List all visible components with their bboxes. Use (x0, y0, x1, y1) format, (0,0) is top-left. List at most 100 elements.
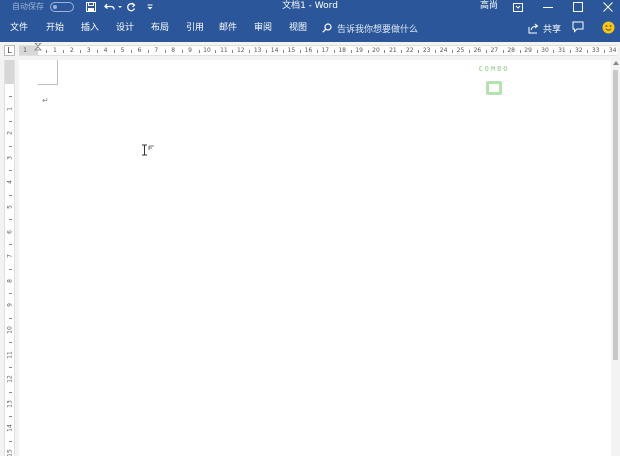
vruler-label: 9 (6, 303, 14, 308)
vruler-top-margin (5, 60, 14, 84)
smiley-icon (602, 21, 615, 34)
vruler-tick (9, 243, 12, 245)
ruler-tick (333, 50, 335, 53)
vruler-label: 7 (6, 254, 14, 259)
ruler-tick (164, 50, 166, 53)
scroll-up-arrow-icon[interactable] (613, 61, 619, 65)
vruler-tick (9, 416, 12, 418)
ruler-tick (350, 50, 352, 53)
combo-watermark-logo: COMBO (468, 65, 520, 101)
comment-icon (572, 21, 584, 33)
share-icon (528, 23, 539, 33)
ruler-tick (215, 50, 217, 53)
vruler-tick (9, 96, 12, 98)
ruler-label: 20 (372, 47, 380, 54)
ruler-label: 22 (405, 47, 414, 54)
ruler-label: 28 (507, 47, 516, 54)
vertical-ruler[interactable]: 1 2 3 4 5 6 7 8 9 10 11 12 13 14 15 (4, 60, 15, 456)
ruler-label: 10 (203, 47, 211, 54)
feedback-button[interactable] (602, 21, 615, 37)
horizontal-ruler[interactable]: 1 1 2 3 4 5 6 7 8 9 10 11 12 13 14 15 16 17 18 19 20 21 22 23 24… (19, 45, 617, 56)
ruler-tick (181, 50, 183, 53)
vruler-label: 2 (6, 131, 14, 136)
ruler-label: 3 (86, 47, 91, 54)
ruler-tick (266, 50, 268, 53)
ruler-label: 19 (355, 47, 363, 54)
ruler-label: 7 (154, 47, 159, 54)
vruler-label: 8 (6, 278, 14, 283)
ruler-tick (384, 50, 386, 53)
ruler-label: 33 (591, 47, 600, 54)
ruler-tick (536, 50, 538, 53)
vruler-label: 6 (6, 229, 14, 234)
ruler-tick (46, 50, 48, 53)
tab-mailings[interactable]: 邮件 (219, 22, 237, 34)
document-page[interactable]: ↵ COMBO (19, 60, 611, 456)
title-bar: 自动保存 文档1 - Word 高尚 (0, 0, 620, 14)
tell-me-search[interactable]: 告诉我你想要做什么 (322, 20, 418, 36)
ruler-tick (249, 50, 251, 53)
ruler-label: 14 (270, 47, 279, 54)
ruler-label: 9 (188, 47, 193, 54)
ruler-label: 27 (490, 47, 499, 54)
ruler-label: 25 (456, 47, 465, 54)
ruler-label: 8 (171, 47, 176, 54)
close-button[interactable] (596, 0, 620, 14)
tab-selector[interactable]: L (4, 45, 15, 56)
search-icon (322, 23, 332, 33)
ruler-tick (299, 50, 301, 53)
vruler-tick (9, 366, 12, 368)
ruler-row: L 1 1 2 3 4 5 6 7 8 9 10 11 12 13 14 15 16 17 18 19 20 21 22 23… (0, 42, 620, 58)
vruler-label: 11 (6, 350, 14, 359)
ruler-label: 16 (304, 47, 313, 54)
tab-design[interactable]: 设计 (116, 22, 134, 34)
scrollbar-thumb[interactable] (613, 70, 618, 360)
ruler-label: 13 (253, 47, 262, 54)
watermark-text: COMBO (478, 65, 510, 73)
tab-home[interactable]: 开始 (46, 22, 64, 34)
tab-insert[interactable]: 插入 (81, 22, 99, 34)
maximize-button[interactable] (566, 0, 590, 14)
vertical-scrollbar[interactable] (611, 60, 620, 456)
ruler-label: 21 (389, 47, 397, 54)
ruler-label: 5 (120, 47, 125, 54)
ruler-tick (114, 50, 116, 53)
ruler-label: 23 (422, 47, 431, 54)
tab-references[interactable]: 引用 (186, 22, 204, 34)
ribbon-display-options-button[interactable] (506, 0, 530, 14)
vruler-tick (9, 342, 12, 344)
ruler-label: 1 (52, 47, 57, 54)
ruler-tick (485, 50, 487, 53)
ruler-tick (604, 50, 606, 53)
minimize-button[interactable] (536, 0, 560, 14)
indent-marker-icon[interactable] (34, 43, 42, 51)
ruler-label: 26 (473, 47, 482, 54)
tab-file[interactable]: 文件 (10, 22, 28, 34)
tell-me-placeholder: 告诉我你想要做什么 (337, 24, 419, 35)
tab-review[interactable]: 审阅 (254, 22, 272, 34)
ruler-label: 18 (338, 47, 347, 54)
ruler-tick (435, 50, 437, 53)
vruler-label: 3 (6, 155, 14, 160)
user-name[interactable]: 高尚 (480, 0, 498, 12)
minimize-icon (543, 7, 553, 8)
comments-button[interactable] (572, 21, 584, 36)
ruler-tick (570, 50, 572, 53)
ruler-label: 4 (103, 47, 108, 54)
vruler-tick (9, 120, 12, 122)
ruler-tick (553, 50, 555, 53)
maximize-icon (573, 2, 583, 12)
tab-layout[interactable]: 布局 (151, 22, 169, 34)
share-button[interactable]: 共享 (528, 20, 561, 36)
ruler-tick (587, 50, 589, 53)
ruler-tick (502, 50, 504, 53)
ruler-tick (316, 50, 318, 53)
ruler-tick (147, 50, 149, 53)
ruler-label: 34 (608, 47, 617, 54)
ruler-label: 24 (439, 47, 448, 54)
tab-view[interactable]: 视图 (289, 22, 307, 34)
ruler-label: 12 (236, 47, 245, 54)
vruler-tick (9, 268, 12, 270)
vruler-label: 14 (6, 424, 14, 433)
ruler-tick (418, 50, 420, 53)
